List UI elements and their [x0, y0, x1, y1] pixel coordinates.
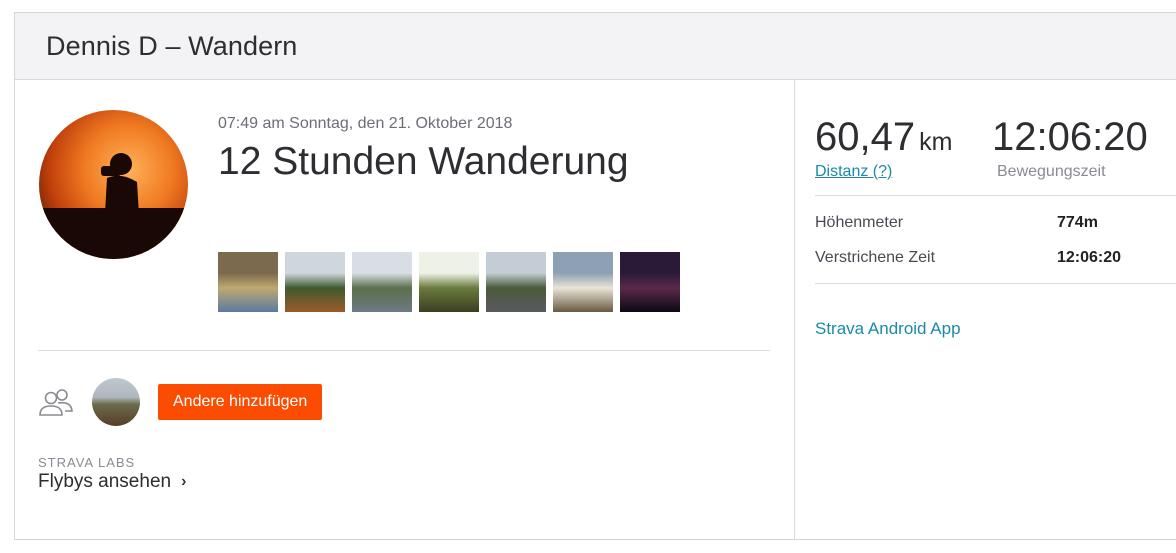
- strava-labs-label: STRAVA LABS: [38, 455, 136, 470]
- device-link[interactable]: Strava Android App: [815, 319, 961, 339]
- add-others-button[interactable]: Andere hinzufügen: [158, 384, 323, 420]
- chevron-right-icon: ›: [181, 473, 187, 490]
- stats-panel: 60,47 km 12:06:20 Distanz (?) Bewegungsze…: [795, 80, 1176, 540]
- stats-divider-2: [815, 283, 1176, 284]
- moving-time-value: 12:06:20: [992, 115, 1148, 159]
- photo-5[interactable]: [486, 252, 546, 312]
- athlete-avatar[interactable]: [39, 110, 188, 259]
- stats-divider: [815, 195, 1176, 196]
- photo-1[interactable]: [218, 252, 278, 312]
- photo-2[interactable]: [285, 252, 345, 312]
- distance-unit: km: [919, 128, 953, 156]
- photo-4[interactable]: [419, 252, 479, 312]
- photo-3[interactable]: [352, 252, 412, 312]
- people-icon: [39, 389, 73, 416]
- distance-help-link[interactable]: Distanz (?): [815, 163, 892, 181]
- elapsed-time-label: Verstrichene Zeit: [815, 249, 936, 266]
- elevation-label: Höhenmeter: [815, 214, 904, 231]
- elevation-value: 774m: [1057, 214, 1098, 231]
- page-header: Dennis D – Wandern: [15, 13, 1176, 80]
- photo-6[interactable]: [553, 252, 613, 312]
- flybys-label: Flybys ansehen: [38, 471, 172, 492]
- distance-value: 60,47: [815, 115, 916, 159]
- activity-summary: 07:49 am Sonntag, den 21. Oktober 2018 1…: [15, 80, 795, 540]
- avatar-silhouette: [101, 153, 141, 248]
- activity-card: Dennis D – Wandern 07:49 am Sonntag, den…: [14, 12, 1176, 540]
- elapsed-time-value: 12:06:20: [1057, 249, 1122, 266]
- activity-title: 12 Stunden Wanderung: [218, 140, 629, 183]
- moving-time-label: Bewegungszeit: [997, 163, 1106, 180]
- activity-date: 07:49 am Sonntag, den 21. Oktober 2018: [218, 115, 513, 132]
- photo-7[interactable]: [620, 252, 680, 312]
- distance-stat: 60,47 km: [815, 115, 952, 160]
- flybys-link[interactable]: Flybys ansehen ›: [38, 471, 186, 493]
- page-title: Dennis D – Wandern: [46, 30, 298, 61]
- participant-avatar[interactable]: [92, 378, 140, 426]
- divider: [38, 350, 770, 351]
- photo-strip: [218, 252, 680, 312]
